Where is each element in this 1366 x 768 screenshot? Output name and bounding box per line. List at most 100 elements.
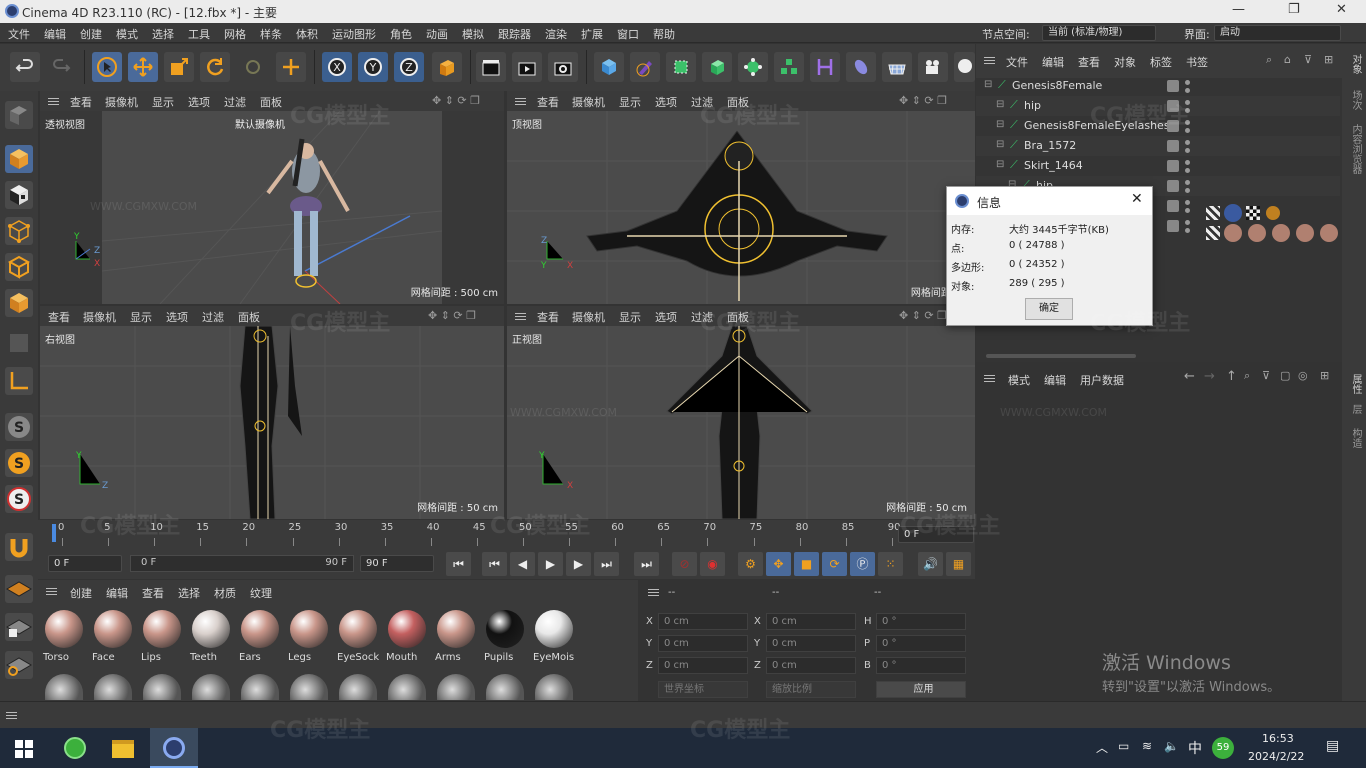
visibility-checkbox[interactable] xyxy=(1167,180,1179,192)
menu-tools[interactable]: 工具 xyxy=(188,26,210,42)
home-icon[interactable]: ⌂ xyxy=(1284,53,1291,66)
expand-toggle-icon[interactable]: ⊟ xyxy=(996,119,1004,130)
mograph-button[interactable] xyxy=(774,52,804,82)
material-swatch[interactable]: EyeSock xyxy=(336,608,380,663)
material-swatch[interactable]: Arms xyxy=(434,608,478,663)
texture-mode-button[interactable] xyxy=(5,181,33,209)
material-preview-sphere[interactable] xyxy=(94,674,132,700)
vp-nav-icons[interactable]: ✥ ⇕ ⟳ ❐ xyxy=(899,94,947,107)
object-name[interactable]: Genesis8Female xyxy=(1012,79,1102,92)
material-swatch[interactable]: Legs xyxy=(287,608,331,663)
mat-menu-texture[interactable]: 纹理 xyxy=(250,585,272,601)
sound-button[interactable]: 🔊 xyxy=(918,552,943,576)
material-preview-sphere[interactable] xyxy=(241,674,279,700)
menu-edit[interactable]: 编辑 xyxy=(44,26,66,42)
size-z-field[interactable]: 0 cm xyxy=(766,657,856,674)
subdivision-button[interactable] xyxy=(666,52,696,82)
live-select-button[interactable] xyxy=(238,52,268,82)
material-tag-icon[interactable] xyxy=(1224,224,1242,242)
material-swatch[interactable]: Torso xyxy=(42,608,86,663)
key-scale-button[interactable]: ■ xyxy=(794,552,819,576)
ok-button[interactable]: 确定 xyxy=(1025,298,1073,320)
new-window-icon[interactable]: ⊞ xyxy=(1324,53,1333,66)
menu-extensions[interactable]: 扩展 xyxy=(581,26,603,42)
camera-label[interactable]: 默认摄像机 xyxy=(235,116,285,131)
floor-button[interactable] xyxy=(882,52,912,82)
render-picture-viewer-button[interactable] xyxy=(512,52,542,82)
render-visibility-dot[interactable] xyxy=(1185,208,1190,213)
menu-volume[interactable]: 体积 xyxy=(296,26,318,42)
redo-button[interactable] xyxy=(46,52,76,82)
transform-button[interactable] xyxy=(276,52,306,82)
render-view-button[interactable] xyxy=(476,52,506,82)
checker-tag-icon[interactable] xyxy=(1246,206,1260,220)
record-button[interactable]: ⊘ xyxy=(672,552,697,576)
file-explorer-icon[interactable] xyxy=(112,740,134,758)
new-window-icon[interactable]: ⊞ xyxy=(1320,369,1329,382)
frame-range-slider[interactable]: 0 F 90 F xyxy=(130,555,354,572)
obj-menu-objects[interactable]: 对象 xyxy=(1114,54,1136,70)
editor-visibility-dot[interactable] xyxy=(1185,80,1190,85)
menu-window[interactable]: 窗口 xyxy=(617,26,639,42)
prev-key-button[interactable]: ⏮ xyxy=(482,552,507,576)
vp-menu-panel[interactable]: 面板 xyxy=(238,309,260,325)
target-icon[interactable]: ◎ xyxy=(1298,369,1308,382)
vp-menu-display[interactable]: 显示 xyxy=(619,94,641,110)
magnet-button[interactable] xyxy=(5,533,33,561)
object-row[interactable]: ⊟ ⟋ Skirt_1464 xyxy=(976,156,1340,176)
expand-toggle-icon[interactable]: ⊟ xyxy=(984,79,992,90)
x-axis-button[interactable]: X xyxy=(322,52,352,82)
make-editable-button[interactable] xyxy=(5,101,33,129)
lock-icon[interactable]: ▢ xyxy=(1280,369,1290,382)
mat-menu-select[interactable]: 选择 xyxy=(178,585,200,601)
windows-start-icon[interactable] xyxy=(15,740,33,758)
material-tag-icon[interactable] xyxy=(1224,204,1242,222)
right-viewport[interactable]: 查看 摄像机 显示 选项 过滤 面板 ✥ ⇕ ⟳ ❐ Y Z 右视图 网格间距 … xyxy=(40,306,504,519)
film-button[interactable]: ▦ xyxy=(946,552,971,576)
hamburger-icon[interactable] xyxy=(648,589,659,596)
tab-layers[interactable]: 层 xyxy=(1348,404,1363,414)
material-preview-sphere[interactable] xyxy=(535,674,573,700)
editor-visibility-dot[interactable] xyxy=(1185,200,1190,205)
vp-menu-view[interactable]: 查看 xyxy=(537,94,559,110)
render-visibility-dot[interactable] xyxy=(1185,148,1190,153)
vp-menu-cameras[interactable]: 摄像机 xyxy=(83,309,116,325)
size-y-field[interactable]: 0 cm xyxy=(766,635,856,652)
key-position-button[interactable]: ✥ xyxy=(766,552,791,576)
vp-menu-display[interactable]: 显示 xyxy=(619,309,641,325)
scale-tool-button[interactable] xyxy=(164,52,194,82)
undo-button[interactable] xyxy=(10,52,40,82)
up-arrow-icon[interactable]: ↑ xyxy=(1226,369,1237,384)
prev-frame-button[interactable]: ◀ xyxy=(510,552,535,576)
vp-menu-panel[interactable]: 面板 xyxy=(260,94,282,110)
expand-toggle-icon[interactable]: ⊟ xyxy=(996,139,1004,150)
visibility-checkbox[interactable] xyxy=(1167,140,1179,152)
menu-mode[interactable]: 模式 xyxy=(116,26,138,42)
polygons-mode-button[interactable] xyxy=(5,289,33,317)
back-arrow-icon[interactable]: ← xyxy=(1184,369,1195,384)
mat-menu-material[interactable]: 材质 xyxy=(214,585,236,601)
scale-dropdown[interactable]: 缩放比例 xyxy=(766,681,856,698)
field-button[interactable] xyxy=(846,52,876,82)
vp-menu-options[interactable]: 选项 xyxy=(188,94,210,110)
visibility-checkbox[interactable] xyxy=(1167,160,1179,172)
material-tag-icon[interactable] xyxy=(1320,224,1338,242)
extrude-button[interactable] xyxy=(702,52,732,82)
rot-b-field[interactable]: 0 ° xyxy=(876,657,966,674)
volume-icon[interactable]: 🔈 xyxy=(1164,739,1179,753)
next-frame-button[interactable]: ▶ xyxy=(566,552,591,576)
hamburger-icon[interactable] xyxy=(46,588,57,595)
search-icon[interactable]: ⌕ xyxy=(1244,369,1250,383)
cube-button[interactable] xyxy=(594,52,624,82)
cinema4d-taskbar-button[interactable] xyxy=(150,728,198,768)
vp-menu-view[interactable]: 查看 xyxy=(537,309,559,325)
object-row[interactable]: ⊟ ⟋ Genesis8Female xyxy=(976,76,1340,96)
rot-h-field[interactable]: 0 ° xyxy=(876,613,966,630)
y-axis-button[interactable]: Y xyxy=(358,52,388,82)
render-settings-button[interactable] xyxy=(548,52,578,82)
material-preview-sphere[interactable] xyxy=(45,674,83,700)
key-rotation-button[interactable]: ⟳ xyxy=(822,552,847,576)
material-preview-sphere[interactable] xyxy=(486,674,524,700)
vp-menu-options[interactable]: 选项 xyxy=(655,94,677,110)
menu-animate[interactable]: 动画 xyxy=(426,26,448,42)
